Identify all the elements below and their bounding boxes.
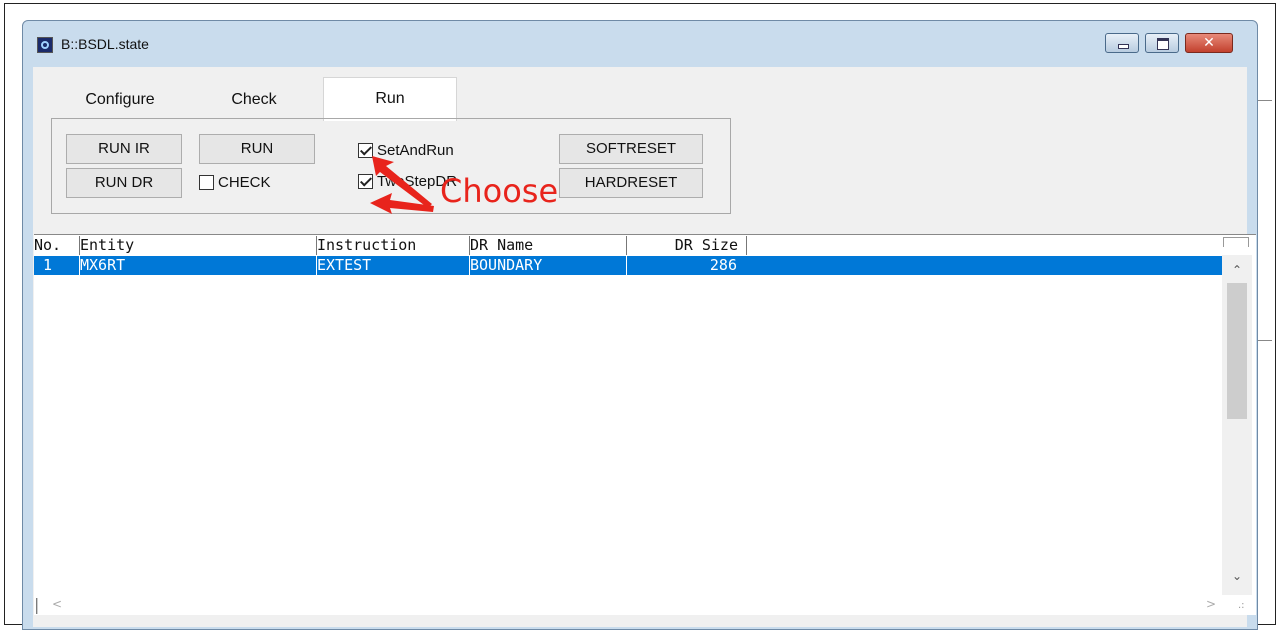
- hscroll-left-edge-icon: |: [34, 595, 40, 614]
- cell-dr-size: 286: [709, 256, 737, 274]
- scroll-left-icon[interactable]: <: [52, 597, 62, 611]
- scroll-up-icon[interactable]: ⌃: [1232, 263, 1242, 277]
- header-stub: [1223, 237, 1249, 247]
- choose-annotation: Choose: [440, 172, 559, 210]
- cell-entity: MX6RT: [80, 256, 317, 275]
- scroll-thumb[interactable]: [1227, 283, 1247, 419]
- cell-no: 1: [34, 256, 80, 275]
- horizontal-scrollbar[interactable]: | < >: [34, 595, 1222, 615]
- column-header-instruction[interactable]: Instruction: [317, 236, 470, 255]
- vertical-scrollbar[interactable]: ⌃ ⌄: [1222, 255, 1252, 595]
- cell-dr-name: BOUNDARY: [470, 256, 627, 275]
- resize-grip-icon[interactable]: .:: [1238, 600, 1245, 611]
- column-header-dr-size[interactable]: DR Size: [627, 236, 747, 255]
- column-header-no[interactable]: No.: [34, 236, 80, 255]
- scroll-right-icon[interactable]: >: [1206, 597, 1216, 611]
- table-header: No. Entity Instruction DR Name DR Size: [34, 235, 1256, 255]
- cell-instruction: EXTEST: [317, 256, 470, 275]
- column-header-entity[interactable]: Entity: [80, 236, 317, 255]
- column-header-dr-name[interactable]: DR Name: [470, 236, 627, 255]
- scroll-down-icon[interactable]: ⌄: [1232, 569, 1242, 583]
- bsdl-table: No. Entity Instruction DR Name DR Size 1…: [34, 234, 1256, 615]
- table-row[interactable]: 1 MX6RT EXTEST BOUNDARY 286: [34, 256, 1222, 275]
